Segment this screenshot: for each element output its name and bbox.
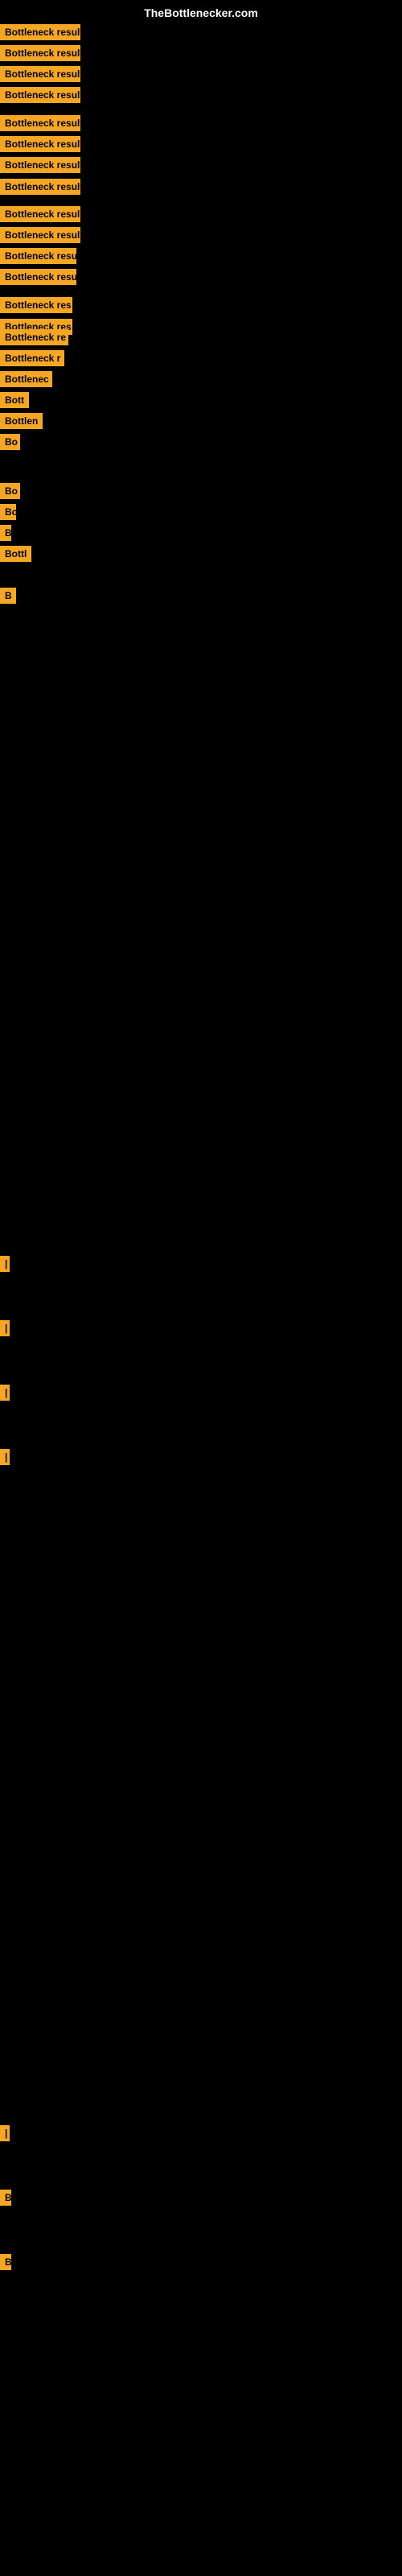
bottleneck-badge-28: |	[0, 1385, 10, 1401]
site-title: TheBottlenecker.com	[144, 6, 258, 19]
bottleneck-badge-2: Bottleneck result	[0, 45, 80, 61]
bottleneck-badge-16: Bottleneck r	[0, 350, 64, 366]
bottleneck-badge-18: Bott	[0, 392, 29, 408]
bottleneck-badge-31: B	[0, 2190, 11, 2206]
bottleneck-badge-32: B	[0, 2254, 11, 2270]
bottleneck-badge-29: |	[0, 1449, 10, 1465]
bottleneck-badge-26: |	[0, 1256, 10, 1272]
bottleneck-badge-19: Bottlen	[0, 413, 43, 429]
bottleneck-badge-8: Bottleneck result	[0, 179, 80, 195]
bottleneck-badge-9: Bottleneck result	[0, 206, 80, 222]
bottleneck-badge-30: |	[0, 2125, 10, 2141]
bottleneck-badge-1: Bottleneck result	[0, 24, 80, 40]
bottleneck-badge-23: B	[0, 525, 11, 541]
bottleneck-badge-11: Bottleneck resu	[0, 248, 76, 264]
bottleneck-badge-13: Bottleneck res	[0, 297, 72, 313]
bottleneck-badge-10: Bottleneck result	[0, 227, 80, 243]
bottleneck-badge-25: B	[0, 588, 16, 604]
bottleneck-badge-17: Bottlenec	[0, 371, 52, 387]
bottleneck-badge-21: Bo	[0, 483, 20, 499]
bottleneck-badge-6: Bottleneck result	[0, 136, 80, 152]
bottleneck-badge-4: Bottleneck result	[0, 87, 80, 103]
bottleneck-badge-7: Bottleneck result	[0, 157, 80, 173]
bottleneck-badge-12: Bottleneck resu	[0, 269, 76, 285]
bottleneck-badge-24: Bottl	[0, 546, 31, 562]
bottleneck-badge-22: Bo	[0, 504, 16, 520]
bottleneck-badge-15: Bottleneck re	[0, 329, 68, 345]
bottleneck-badge-27: |	[0, 1320, 10, 1336]
bottleneck-badge-3: Bottleneck result	[0, 66, 80, 82]
bottleneck-badge-5: Bottleneck result	[0, 115, 80, 131]
bottleneck-badge-20: Bo	[0, 434, 20, 450]
